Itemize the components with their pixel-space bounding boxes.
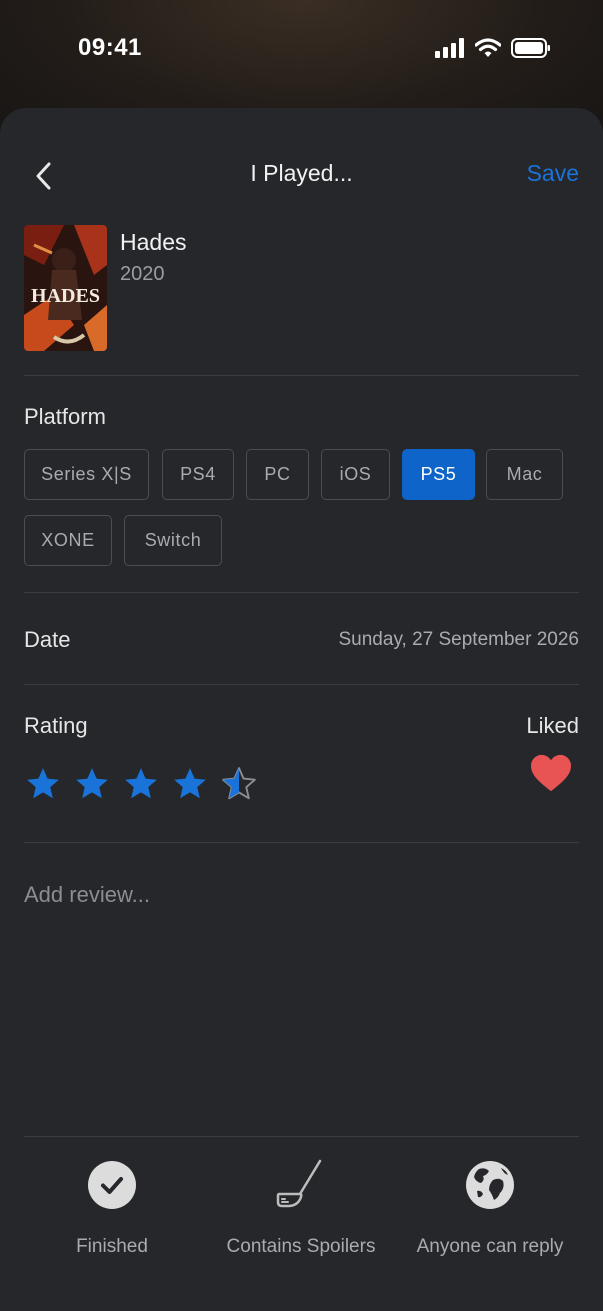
platform-chip-switch[interactable]: Switch xyxy=(124,515,222,566)
platform-chip-ps5[interactable]: PS5 xyxy=(402,449,475,500)
platform-label: Platform xyxy=(24,404,106,429)
star-icon-filled[interactable] xyxy=(24,765,62,803)
finished-toggle[interactable]: Finished xyxy=(12,1158,212,1258)
platform-chip-ps4[interactable]: PS4 xyxy=(162,449,234,500)
game-year: 2020 xyxy=(120,263,165,285)
platform-chip-ios[interactable]: iOS xyxy=(321,449,390,500)
divider xyxy=(24,842,579,843)
platform-chip-mac[interactable]: Mac xyxy=(486,449,563,500)
finished-label: Finished xyxy=(76,1236,148,1257)
nav-bar: I Played... Save xyxy=(0,108,603,242)
spoilers-label: Contains Spoilers xyxy=(226,1236,376,1257)
divider xyxy=(24,375,579,376)
status-time: 09:41 xyxy=(78,34,142,61)
game-title: Hades xyxy=(120,229,187,255)
review-input[interactable]: Add review... xyxy=(24,882,150,908)
battery-icon xyxy=(511,38,550,58)
star-rating[interactable] xyxy=(24,765,258,803)
star-icon-half[interactable] xyxy=(220,765,258,803)
reply-label: Anyone can reply xyxy=(416,1236,564,1257)
liked-label: Liked xyxy=(526,713,579,738)
platform-chip-xone[interactable]: XONE xyxy=(24,515,112,566)
divider xyxy=(24,684,579,685)
divider xyxy=(24,592,579,593)
date-label: Date xyxy=(24,627,71,652)
globe-icon xyxy=(466,1161,514,1209)
spoilers-toggle[interactable]: Contains Spoilers xyxy=(201,1158,401,1258)
star-icon-filled[interactable] xyxy=(171,765,209,803)
save-button[interactable]: Save xyxy=(527,160,579,187)
date-value[interactable]: Sunday, 27 September 2026 xyxy=(339,629,580,651)
game-info: HADES Hades 2020 xyxy=(24,225,584,351)
checkmark-circle-icon xyxy=(88,1161,136,1209)
page-title: I Played... xyxy=(250,160,353,186)
star-icon-filled[interactable] xyxy=(122,765,160,803)
golf-club-icon xyxy=(276,1159,322,1208)
status-bar: 09:41 xyxy=(0,0,603,100)
platform-chip-series-xs[interactable]: Series X|S xyxy=(24,449,149,500)
platform-chip-pc[interactable]: PC xyxy=(246,449,309,500)
heart-icon[interactable] xyxy=(529,753,573,793)
wifi-icon xyxy=(475,38,501,57)
star-icon-filled[interactable] xyxy=(73,765,111,803)
divider xyxy=(24,1136,579,1137)
rating-label: Rating xyxy=(24,713,88,738)
reply-permission[interactable]: Anyone can reply xyxy=(390,1158,590,1258)
signal-icon xyxy=(435,38,464,58)
log-sheet: I Played... Save HADES Hades 2020 Platfo… xyxy=(0,108,603,1311)
status-icons xyxy=(435,38,551,58)
game-cover-image: HADES xyxy=(24,225,107,351)
cover-logo-text: HADES xyxy=(31,285,100,307)
